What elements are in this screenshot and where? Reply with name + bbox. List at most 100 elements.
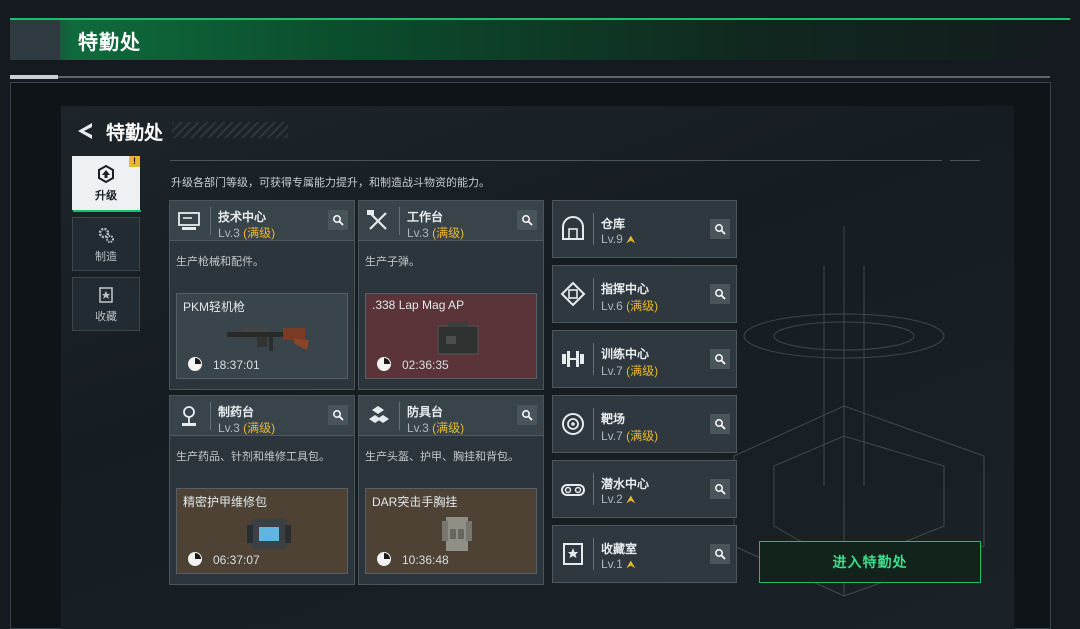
collection-icon	[99, 286, 113, 303]
shooting-range-icon	[562, 413, 584, 435]
pharmacy-icon	[182, 406, 196, 426]
upgrade-icon	[98, 164, 114, 183]
facility-card-training-center[interactable]: 训练中心 Lv.7 (满级)	[552, 330, 737, 388]
armor-bench-icon	[369, 406, 389, 423]
command-center-icon	[560, 281, 586, 307]
header-rule-end	[950, 160, 980, 161]
search-icon	[715, 484, 726, 495]
training-center-icon	[562, 351, 584, 367]
search-icon	[715, 549, 726, 560]
production-slot[interactable]: PKM轻机枪 18:37:01	[176, 293, 348, 379]
production-timer: 18:37:01	[213, 358, 260, 372]
facility-level: Lv.9 ⮝	[601, 232, 636, 246]
facility-name: 训练中心	[601, 347, 650, 361]
facility-card-workbench[interactable]: 工作台 Lv.3 (满级) 生产子弹。 .338 Lap Mag AP 02:3…	[358, 200, 544, 390]
enter-special-ops-button[interactable]: 进入特勤处	[759, 541, 981, 583]
inspect-button[interactable]	[517, 405, 537, 425]
search-icon	[522, 215, 533, 226]
tab-label: 收藏	[95, 310, 117, 323]
search-icon	[715, 289, 726, 300]
inspect-button[interactable]	[710, 284, 730, 304]
facility-card-warehouse[interactable]: 仓库 Lv.9 ⮝	[552, 200, 737, 258]
ammo-box-image	[437, 322, 479, 355]
facility-card-tech-center[interactable]: 技术中心 Lv.3 (满级) 生产枪械和配件。 PKM轻机枪 18:37:01	[169, 200, 355, 390]
timer-icon	[188, 552, 202, 566]
facility-card-pharmacy[interactable]: 制药台 Lv.3 (满级) 生产药品、针剂和维修工具包。 精密护甲维修包 06:…	[169, 395, 355, 585]
facility-level: Lv.3 (满级)	[407, 226, 465, 240]
inspect-button[interactable]	[710, 349, 730, 369]
inspect-button[interactable]	[328, 210, 348, 230]
facility-card-armor-bench[interactable]: 防具台 Lv.3 (满级) 生产头盔、护甲、胸挂和背包。 DAR突击手胸挂 10…	[358, 395, 544, 585]
timer-icon	[188, 357, 202, 371]
upgrade-available-icon: ⮝	[626, 494, 636, 506]
facility-name: 收藏室	[601, 542, 638, 556]
inspect-button[interactable]	[710, 544, 730, 564]
page-title: 特勤处	[106, 123, 164, 144]
upgrade-available-icon: ⮝	[626, 234, 636, 246]
warehouse-icon	[562, 216, 584, 240]
tab-collection[interactable]: 收藏	[72, 277, 140, 331]
facility-level: Lv.1 ⮝	[601, 557, 636, 571]
inspect-button[interactable]	[710, 414, 730, 434]
facility-description: 生产头盔、护甲、胸挂和背包。	[365, 451, 519, 463]
panel-description: 升级各部门等级，可获得专属能力提升，和制造战斗物资的能力。	[171, 177, 490, 189]
back-arrow-icon[interactable]	[74, 120, 96, 142]
inspect-button[interactable]	[710, 219, 730, 239]
facility-level: Lv.3 (满级)	[218, 421, 276, 435]
search-icon	[333, 215, 344, 226]
workbench-icon	[367, 210, 387, 230]
gear-icon	[98, 227, 114, 243]
timer-icon	[377, 357, 391, 371]
production-timer: 10:36:48	[402, 553, 449, 567]
search-icon	[333, 410, 344, 421]
collection-room-icon	[563, 543, 583, 565]
header-stripes	[172, 122, 288, 138]
inspect-button[interactable]	[517, 210, 537, 230]
product-name: 精密护甲维修包	[183, 495, 268, 509]
tab-label: 制造	[95, 250, 117, 263]
search-icon	[715, 224, 726, 235]
facility-level: Lv.6 (满级)	[601, 299, 659, 313]
search-icon	[715, 419, 726, 430]
inspect-button[interactable]	[328, 405, 348, 425]
upgrade-available-icon: ⮝	[626, 559, 636, 571]
chest-rig-image	[442, 517, 472, 551]
search-icon	[715, 354, 726, 365]
facility-level: Lv.3 (满级)	[407, 421, 465, 435]
diving-center-icon	[561, 484, 585, 496]
facility-level: Lv.7 (满级)	[601, 364, 659, 378]
facility-name: 技术中心	[218, 210, 267, 224]
top-divider	[10, 75, 1050, 79]
facility-name: 潜水中心	[601, 477, 650, 491]
facility-card-diving-center[interactable]: 潜水中心 Lv.2 ⮝	[552, 460, 737, 518]
tab-craft[interactable]: 制造	[72, 217, 140, 271]
facility-description: 生产药品、针剂和维修工具包。	[176, 451, 330, 463]
search-icon	[522, 410, 533, 421]
product-name: PKM轻机枪	[183, 300, 246, 314]
facility-description: 生产枪械和配件。	[176, 256, 264, 268]
facility-level: Lv.3 (满级)	[218, 226, 276, 240]
header-rule	[170, 160, 942, 161]
repair-kit-image	[247, 519, 291, 549]
facility-description: 生产子弹。	[365, 256, 420, 268]
facility-name: 指挥中心	[601, 282, 650, 296]
facility-name: 制药台	[218, 405, 255, 419]
product-name: .338 Lap Mag AP	[372, 298, 465, 312]
product-name: DAR突击手胸挂	[372, 495, 458, 509]
machine-gun-image	[227, 328, 309, 351]
production-slot[interactable]: DAR突击手胸挂 10:36:48	[365, 488, 537, 574]
production-timer: 02:36:35	[402, 358, 449, 372]
timer-icon	[377, 552, 391, 566]
tab-upgrade[interactable]: ! 升级	[72, 156, 141, 212]
facility-card-command-center[interactable]: 指挥中心 Lv.6 (满级)	[552, 265, 737, 323]
production-slot[interactable]: .338 Lap Mag AP 02:36:35	[365, 293, 537, 379]
tab-label: 升级	[95, 189, 117, 202]
facility-card-shooting-range[interactable]: 靶场 Lv.7 (满级)	[552, 395, 737, 453]
tech-center-icon	[178, 212, 200, 230]
production-slot[interactable]: 精密护甲维修包 06:37:07	[176, 488, 348, 574]
facility-name: 工作台	[407, 210, 444, 224]
alert-badge: !	[129, 156, 140, 167]
facility-level: Lv.2 ⮝	[601, 492, 636, 506]
facility-card-collection-room[interactable]: 收藏室 Lv.1 ⮝	[552, 525, 737, 583]
inspect-button[interactable]	[710, 479, 730, 499]
